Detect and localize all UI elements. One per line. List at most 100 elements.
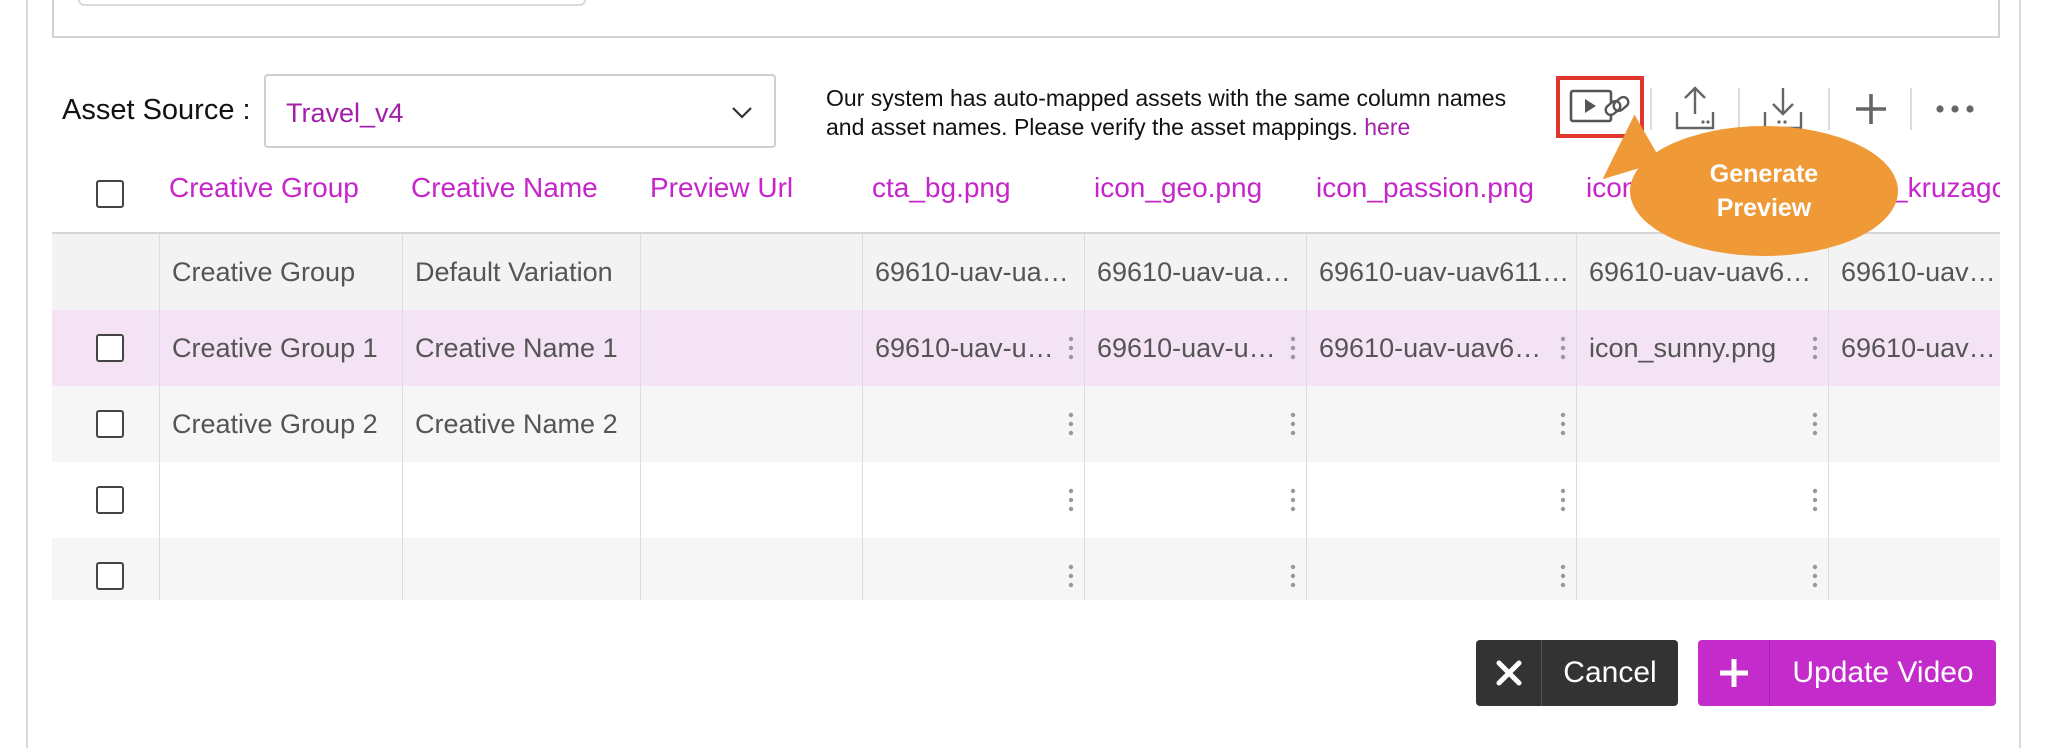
update-video-button[interactable]: Update Video bbox=[1698, 640, 1996, 706]
table-cell[interactable]: Creative Group 2 bbox=[159, 386, 402, 462]
table-cell[interactable]: Creative Name 2 bbox=[402, 386, 640, 462]
table-cell[interactable] bbox=[1306, 386, 1576, 462]
table-cell[interactable] bbox=[1576, 538, 1828, 600]
cancel-button[interactable]: Cancel bbox=[1476, 640, 1678, 706]
kebab-menu-icon[interactable] bbox=[1290, 564, 1296, 588]
cell-text: 69610-uav-ua… bbox=[1097, 256, 1291, 287]
table-cell[interactable] bbox=[640, 462, 862, 538]
kebab-menu-icon[interactable] bbox=[1560, 564, 1566, 588]
table-cell[interactable] bbox=[402, 462, 640, 538]
table-cell[interactable]: Creative Name 1 bbox=[402, 310, 640, 386]
table-row[interactable] bbox=[52, 538, 2000, 600]
row-checkbox[interactable] bbox=[96, 334, 124, 362]
table-cell[interactable] bbox=[640, 234, 862, 310]
table-cell[interactable] bbox=[1306, 538, 1576, 600]
column-header[interactable]: cta_bg.png bbox=[872, 172, 1082, 220]
table-cell[interactable]: Creative Group bbox=[159, 234, 402, 310]
table-cell[interactable]: 69610-uav-ua… bbox=[862, 234, 1084, 310]
table-cell[interactable] bbox=[159, 462, 402, 538]
column-header[interactable]: Creative Name bbox=[411, 172, 641, 220]
more-options-button[interactable] bbox=[1916, 80, 1994, 138]
table-cell[interactable]: 69610-uav-ua bbox=[1828, 310, 2000, 386]
table-row[interactable] bbox=[52, 462, 2000, 538]
cell-text: Creative Group bbox=[172, 256, 356, 287]
asset-source-select[interactable]: Travel_v4 bbox=[264, 74, 776, 148]
update-video-label: Update Video bbox=[1792, 656, 1974, 689]
table-cell[interactable] bbox=[1084, 538, 1306, 600]
table-cell[interactable] bbox=[402, 538, 640, 600]
cell-text: Creative Name 2 bbox=[415, 408, 618, 439]
kebab-menu-icon[interactable] bbox=[1812, 412, 1818, 436]
table-cell[interactable] bbox=[1306, 462, 1576, 538]
table-cell[interactable]: 69610-uav-uav611… bbox=[1306, 234, 1576, 310]
table-cell[interactable] bbox=[159, 538, 402, 600]
kebab-menu-icon[interactable] bbox=[1560, 488, 1566, 512]
column-header[interactable]: Preview Url bbox=[650, 172, 860, 220]
table-cell[interactable]: Default Variation bbox=[402, 234, 640, 310]
row-checkbox[interactable] bbox=[96, 410, 124, 438]
table-cell[interactable] bbox=[1828, 538, 2000, 600]
kebab-menu-icon[interactable] bbox=[1068, 336, 1074, 360]
kebab-menu-icon[interactable] bbox=[1068, 412, 1074, 436]
column-header[interactable]: _kruzagc bbox=[1892, 172, 2000, 220]
kebab-menu-icon[interactable] bbox=[1812, 336, 1818, 360]
cell-text: 69610-uav-ua bbox=[1841, 332, 2000, 363]
kebab-menu-icon[interactable] bbox=[1290, 412, 1296, 436]
more-icon bbox=[1936, 105, 1974, 113]
table-cell[interactable]: 69610-uav-ua bbox=[1828, 234, 2000, 310]
row-checkbox[interactable] bbox=[96, 486, 124, 514]
cell-text: Creative Group 1 bbox=[172, 332, 378, 363]
table-cell[interactable] bbox=[862, 462, 1084, 538]
chevron-down-icon bbox=[732, 107, 752, 119]
table-cell[interactable]: 69610-uav-u… bbox=[862, 310, 1084, 386]
kebab-menu-icon[interactable] bbox=[1812, 564, 1818, 588]
toolbar-divider bbox=[1738, 88, 1740, 130]
kebab-menu-icon[interactable] bbox=[1068, 488, 1074, 512]
toolbar-divider bbox=[1650, 88, 1652, 130]
kebab-menu-icon[interactable] bbox=[1560, 412, 1566, 436]
tooltip-line-1: Generate bbox=[1709, 160, 1819, 188]
plus-icon bbox=[1698, 640, 1770, 706]
table-cell[interactable]: Creative Group 1 bbox=[159, 310, 402, 386]
row-checkbox[interactable] bbox=[96, 562, 124, 590]
table-cell[interactable] bbox=[1084, 386, 1306, 462]
cell-text: 69610-uav-u… bbox=[1097, 332, 1276, 363]
add-button[interactable] bbox=[1832, 80, 1910, 138]
tooltip-line-2: Preview bbox=[1716, 194, 1812, 222]
table-cell[interactable]: 69610-uav-uav6… bbox=[1306, 310, 1576, 386]
table-row[interactable]: Creative Group 2 Creative Name 2 bbox=[52, 386, 2000, 462]
toolbar-divider bbox=[1910, 88, 1912, 130]
kebab-menu-icon[interactable] bbox=[1560, 336, 1566, 360]
table-cell[interactable] bbox=[1828, 462, 2000, 538]
table-cell[interactable]: 69610-uav-u… bbox=[1084, 310, 1306, 386]
column-header[interactable]: icon_geo.png bbox=[1094, 172, 1304, 220]
kebab-menu-icon[interactable] bbox=[1812, 488, 1818, 512]
toolbar-divider bbox=[1828, 88, 1830, 130]
plus-icon bbox=[1856, 94, 1886, 124]
table-cell[interactable]: 69610-uav-ua… bbox=[1084, 234, 1306, 310]
auto-map-info: Our system has auto-mapped assets with t… bbox=[826, 84, 1546, 142]
table-cell[interactable] bbox=[1084, 462, 1306, 538]
table-row[interactable]: Creative Group 1 Creative Name 1 69610-uav… bbox=[52, 310, 2000, 386]
table-cell[interactable] bbox=[640, 386, 862, 462]
select-all-checkbox[interactable] bbox=[96, 180, 124, 208]
cancel-label: Cancel bbox=[1563, 656, 1657, 689]
close-icon bbox=[1476, 640, 1542, 706]
column-header[interactable]: Creative Group bbox=[169, 172, 405, 220]
table-cell[interactable] bbox=[1576, 462, 1828, 538]
kebab-menu-icon[interactable] bbox=[1290, 336, 1296, 360]
table-cell[interactable] bbox=[1828, 386, 2000, 462]
table-cell[interactable] bbox=[640, 538, 862, 600]
table-cell[interactable] bbox=[640, 310, 862, 386]
cell-text: icon_sunny.png bbox=[1589, 332, 1777, 363]
asset-source-value: Travel_v4 bbox=[286, 98, 404, 128]
asset-source-label: Asset Source : bbox=[62, 94, 251, 126]
table-cell[interactable] bbox=[862, 538, 1084, 600]
table-cell[interactable] bbox=[1576, 386, 1828, 462]
kebab-menu-icon[interactable] bbox=[1290, 488, 1296, 512]
kebab-menu-icon[interactable] bbox=[1068, 564, 1074, 588]
table-cell[interactable] bbox=[862, 386, 1084, 462]
info-here-link[interactable]: here bbox=[1364, 114, 1410, 140]
table-cell[interactable]: icon_sunny.png bbox=[1576, 310, 1828, 386]
column-header[interactable]: icon_passion.png bbox=[1316, 172, 1576, 220]
